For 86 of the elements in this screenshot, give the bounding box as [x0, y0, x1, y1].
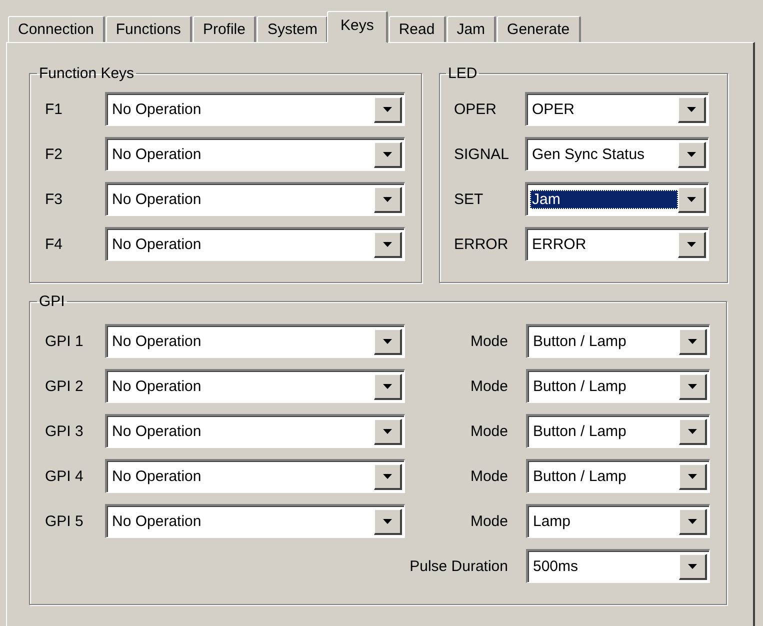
dropdown[interactable]: No Operation	[105, 137, 405, 171]
dropdown-button[interactable]	[374, 464, 402, 490]
dropdown[interactable]: No Operation	[105, 324, 405, 358]
caret-icon	[688, 428, 697, 434]
dropdown-button[interactable]	[374, 418, 402, 444]
caret-icon	[687, 106, 696, 112]
caret-icon	[687, 152, 696, 156]
dropdown-button[interactable]	[374, 96, 402, 122]
dropdown[interactable]: No Operation	[105, 459, 405, 493]
caret-icon	[688, 564, 697, 568]
tab[interactable]: Keys	[327, 11, 388, 43]
caret-icon	[687, 242, 696, 246]
dropdown[interactable]: No Operation	[105, 414, 405, 448]
dropdown[interactable]: No Operation	[105, 369, 405, 403]
dropdown-button[interactable]	[374, 374, 402, 400]
caret-icon	[383, 106, 392, 112]
field-label: F2	[45, 146, 64, 162]
dropdown-button[interactable]	[374, 508, 402, 534]
dropdown[interactable]: ERROR	[525, 227, 709, 261]
dropdown-button[interactable]	[679, 374, 707, 400]
field-label: SIGNAL	[454, 146, 510, 162]
caret-icon	[383, 518, 392, 524]
group-title: LED	[447, 65, 478, 82]
caret-icon	[687, 196, 696, 202]
caret-icon	[383, 384, 392, 388]
tab[interactable]: Functions	[106, 16, 192, 42]
dropdown[interactable]: Jam	[525, 182, 709, 216]
field-label: GPI 3	[45, 422, 84, 440]
caret-icon	[688, 518, 697, 524]
field-label: OPER	[454, 100, 498, 118]
field-label: F1	[45, 100, 64, 118]
dropdown-button[interactable]	[678, 186, 706, 212]
dropdown-button[interactable]	[374, 232, 402, 258]
dropdown-button[interactable]	[678, 232, 706, 258]
field-label: Mode	[470, 512, 508, 530]
tab[interactable]: Connection	[8, 16, 105, 42]
dropdown-button[interactable]	[374, 142, 402, 168]
dropdown[interactable]: No Operation	[105, 504, 405, 538]
dropdown[interactable]: Button / Lamp	[526, 324, 710, 358]
dropdown-button[interactable]	[679, 508, 707, 534]
field-label: GPI 2	[45, 378, 84, 394]
dropdown-button[interactable]	[374, 328, 402, 354]
tab[interactable]: Read	[388, 16, 446, 42]
field-label: F3	[45, 190, 64, 208]
dropdown-button[interactable]	[374, 186, 402, 212]
field-label: GPI 1	[45, 332, 84, 350]
dropdown[interactable]: Gen Sync Status	[525, 137, 709, 171]
field-label: GPI 4	[45, 468, 84, 484]
dropdown-button[interactable]	[678, 142, 706, 168]
caret-icon	[383, 242, 392, 246]
tab[interactable]: Generate	[497, 16, 581, 42]
caret-icon	[688, 338, 697, 344]
dropdown-button[interactable]	[679, 328, 707, 354]
dropdown-button[interactable]	[679, 554, 707, 580]
dropdown[interactable]: 500ms	[526, 549, 710, 583]
dropdown[interactable]: Button / Lamp	[526, 414, 710, 448]
dropdown[interactable]: Button / Lamp	[526, 369, 710, 403]
group-title: Function Keys	[38, 65, 136, 82]
dropdown[interactable]: Button / Lamp	[526, 459, 710, 493]
field-label: SET	[454, 190, 484, 208]
tab[interactable]: Profile	[192, 16, 256, 42]
caret-icon	[688, 474, 697, 478]
group-title: GPI	[38, 293, 66, 310]
dropdown[interactable]: OPER	[525, 92, 709, 126]
field-label: Mode	[470, 422, 508, 440]
field-label: ERROR	[454, 236, 510, 252]
field-label: Pulse Duration	[410, 558, 508, 574]
dropdown-button[interactable]	[679, 418, 707, 444]
tab[interactable]: Jam	[446, 16, 496, 42]
field-label: Mode	[470, 332, 508, 350]
dropdown[interactable]: No Operation	[105, 227, 405, 261]
field-label: F4	[45, 236, 64, 252]
dropdown-button[interactable]	[678, 96, 706, 122]
dropdown[interactable]: No Operation	[105, 92, 405, 126]
caret-icon	[383, 474, 392, 478]
caret-icon	[383, 428, 392, 434]
field-label: Mode	[470, 468, 508, 484]
dropdown-button[interactable]	[679, 464, 707, 490]
dropdown[interactable]: Lamp	[526, 504, 710, 538]
caret-icon	[383, 338, 392, 344]
caret-icon	[383, 152, 392, 156]
field-label: Mode	[470, 378, 508, 394]
field-label: GPI 5	[45, 512, 84, 530]
caret-icon	[688, 384, 697, 388]
caret-icon	[383, 196, 392, 202]
dropdown[interactable]: No Operation	[105, 182, 405, 216]
